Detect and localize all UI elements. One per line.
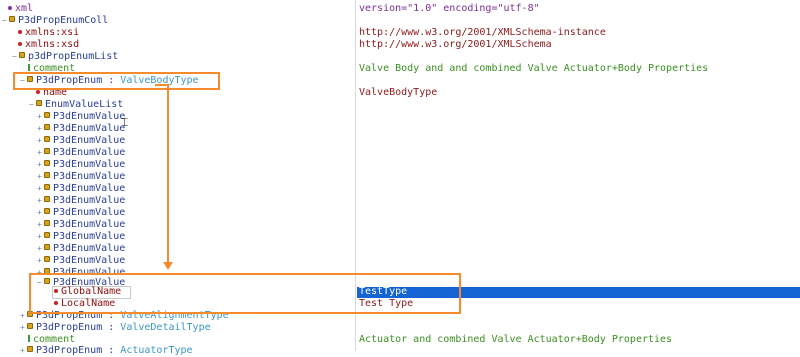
element-icon: [44, 112, 50, 118]
tree-node-prop-enum-3[interactable]: + P3dPropEnum : ValveDetailType: [20, 322, 211, 334]
element-icon: [27, 323, 33, 329]
tree-node-xmlns-xsi[interactable]: xmlns:xsi: [18, 27, 79, 39]
value-xml-declaration[interactable]: version="1.0" encoding="utf-8": [359, 3, 540, 15]
value-xmlns-xsd[interactable]: http://www.w3.org/2001/XMLSchema: [359, 39, 552, 51]
element-icon: [44, 136, 50, 142]
tree-node-root[interactable]: − P3dPropEnumColl: [2, 15, 108, 27]
value-name[interactable]: ValveBodyType: [359, 87, 437, 99]
expand-toggle-icon[interactable]: +: [37, 255, 43, 267]
xml-declaration-icon: [8, 6, 12, 10]
tree-node-enum-value[interactable]: + P3dEnumValue: [37, 183, 125, 195]
tree-node-enum-value[interactable]: + P3dEnumValue: [37, 135, 125, 147]
expand-toggle-icon[interactable]: +: [20, 310, 26, 322]
tree-node-xmlns-xsd[interactable]: xmlns:xsd: [18, 39, 79, 51]
highlight-box-prop-enum: [13, 72, 220, 90]
collapse-toggle-icon[interactable]: −: [12, 51, 18, 63]
element-icon: [44, 196, 50, 202]
element-icon: [44, 184, 50, 190]
tree-node-enum-value[interactable]: + P3dEnumValue: [37, 123, 125, 135]
value-comment[interactable]: Valve Body and and combined Valve Actuat…: [359, 63, 708, 75]
expand-toggle-icon[interactable]: +: [37, 195, 43, 207]
value-xmlns-xsi[interactable]: http://www.w3.org/2001/XMLSchema-instanc…: [359, 27, 606, 39]
element-icon: [44, 124, 50, 130]
expand-toggle-icon[interactable]: +: [37, 231, 43, 243]
expand-toggle-icon[interactable]: +: [37, 135, 43, 147]
expand-toggle-icon[interactable]: +: [37, 243, 43, 255]
tree-node-enum-value[interactable]: + P3dEnumValue: [37, 219, 125, 231]
element-icon: [44, 232, 50, 238]
expand-toggle-icon[interactable]: +: [37, 111, 43, 123]
element-icon: [44, 172, 50, 178]
highlight-box-enum-value: [29, 273, 461, 314]
text-cursor-icon: ⌶: [121, 115, 129, 129]
value-comment-2[interactable]: Actuator and combined Valve Actuator+Bod…: [359, 334, 672, 346]
expand-toggle-icon[interactable]: +: [37, 147, 43, 159]
expand-toggle-icon[interactable]: +: [20, 322, 26, 334]
comment-icon: [28, 335, 30, 342]
attribute-icon: [18, 42, 22, 46]
tree-node-enum-value[interactable]: + P3dEnumValue: [37, 243, 125, 255]
element-icon: [9, 16, 15, 22]
expand-toggle-icon[interactable]: +: [37, 183, 43, 195]
element-icon: [44, 148, 50, 154]
expand-toggle-icon[interactable]: +: [37, 159, 43, 171]
tree-node-xml[interactable]: xml: [8, 3, 33, 15]
tree-node-enum-value[interactable]: + P3dEnumValue: [37, 171, 125, 183]
tree-node-enum-value[interactable]: + P3dEnumValue: [37, 195, 125, 207]
tree-node-enum-value[interactable]: + P3dEnumValue: [37, 231, 125, 243]
tree-node-list[interactable]: − p3dPropEnumList: [12, 51, 118, 63]
expand-toggle-icon[interactable]: +: [20, 345, 26, 357]
element-icon: [27, 346, 33, 352]
annotation-arrow-vertical: [167, 84, 169, 264]
tree-node-enum-value[interactable]: + P3dEnumValue: [37, 159, 125, 171]
attribute-icon: [36, 90, 40, 94]
expand-toggle-icon[interactable]: +: [37, 207, 43, 219]
tree-node-enum-value[interactable]: + P3dEnumValue: [37, 207, 125, 219]
element-icon: [44, 220, 50, 226]
element-icon: [44, 244, 50, 250]
element-icon: [19, 52, 25, 58]
tree-node-enum-value[interactable]: + P3dEnumValue: [37, 147, 125, 159]
tree-node-enum-value[interactable]: + P3dEnumValue: [37, 255, 125, 267]
expand-toggle-icon[interactable]: +: [37, 123, 43, 135]
element-icon: [44, 256, 50, 262]
tree-node-prop-enum-4[interactable]: + P3dPropEnum : ActuatorType: [20, 345, 193, 357]
element-icon: [44, 208, 50, 214]
element-icon: [36, 100, 42, 106]
collapse-toggle-icon[interactable]: −: [2, 15, 8, 27]
comment-icon: [28, 64, 30, 71]
element-icon: [44, 160, 50, 166]
attribute-icon: [18, 30, 22, 34]
expand-toggle-icon[interactable]: +: [37, 171, 43, 183]
arrow-down-icon: [163, 262, 173, 270]
expand-toggle-icon[interactable]: +: [37, 219, 43, 231]
collapse-toggle-icon[interactable]: −: [29, 99, 35, 111]
tree-node-enum-value-list[interactable]: − EnumValueList: [29, 99, 123, 111]
tree-node-enum-value[interactable]: + P3dEnumValue: [37, 111, 125, 123]
